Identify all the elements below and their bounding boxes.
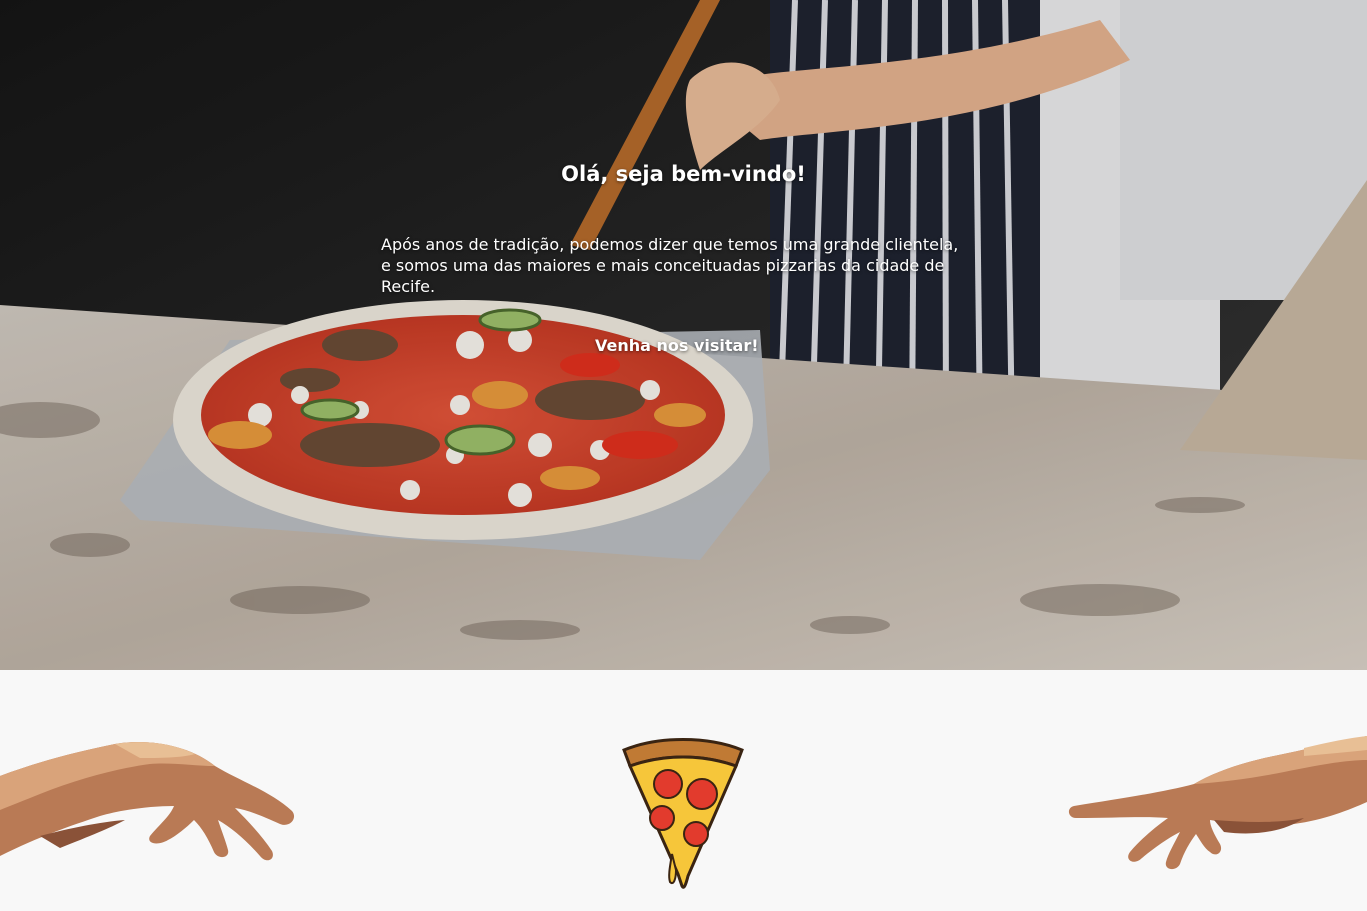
pizza-slice-icon (622, 738, 744, 889)
reaching-hand-right-icon (1068, 736, 1367, 870)
hero-title: Olá, seja bem-vindo! (561, 162, 806, 186)
hero-description: Após anos de tradição, podemos dizer que… (381, 235, 959, 296)
hero-cta-text: Venha nos visitar! (595, 336, 759, 355)
hero-text-block: Olá, seja bem-vindo! Após anos de tradiç… (0, 0, 1367, 670)
hero-section: Olá, seja bem-vindo! Após anos de tradiç… (0, 0, 1367, 670)
reaching-hand-left-icon (0, 742, 295, 861)
illustration-section (0, 670, 1367, 911)
